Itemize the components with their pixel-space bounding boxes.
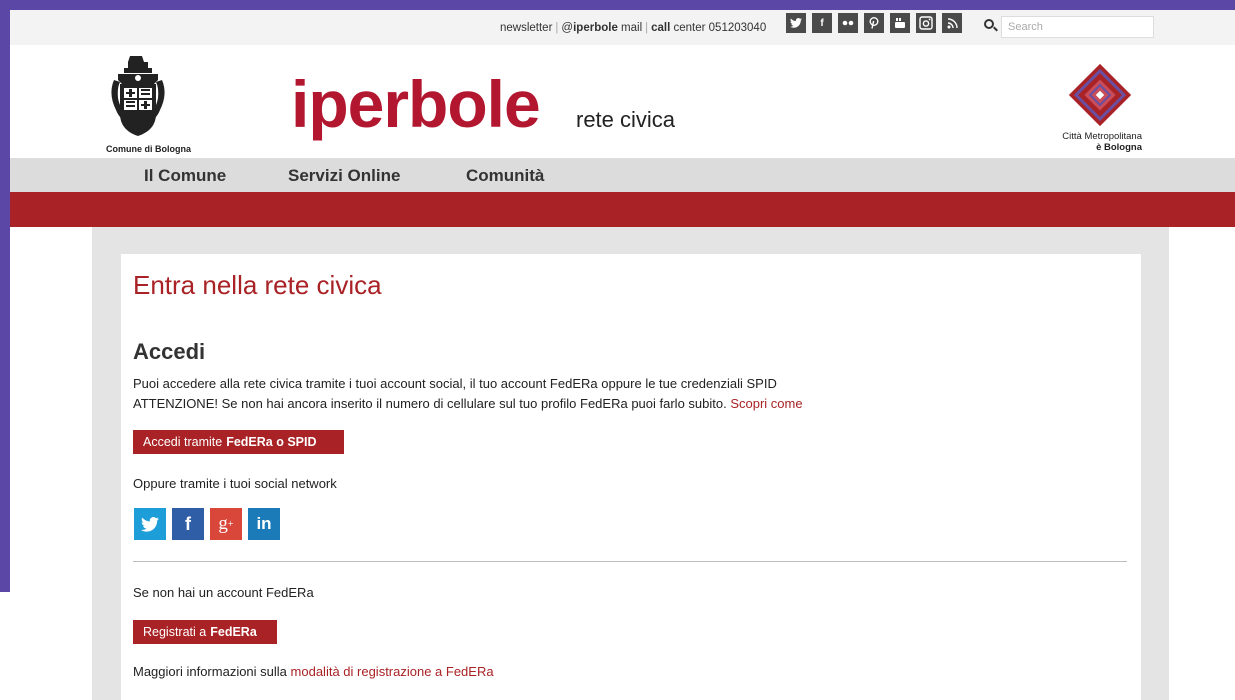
nav-item-servizi-online[interactable]: Servizi Online — [288, 166, 400, 186]
utility-links: newsletter | @iperbole mail | call center 05… — [500, 22, 767, 34]
registration-info-link[interactable]: modalità di registrazione a FedERa — [291, 664, 494, 679]
window-frame-left — [0, 0, 10, 592]
red-banner — [10, 192, 1235, 227]
nav-item-comunita[interactable]: Comunità — [466, 166, 544, 186]
iperbole-mail-link[interactable]: @iperbole mail — [561, 22, 642, 34]
utility-bar: newsletter | @iperbole mail | call center 05… — [10, 10, 1235, 45]
facebook-icon[interactable]: f — [172, 508, 204, 540]
linkedin-icon[interactable]: in — [248, 508, 280, 540]
social-login-buttons: f g + in — [134, 508, 280, 540]
federa-spid-login-button[interactable]: Accedi tramite FedERa o SPID — [133, 430, 344, 454]
nav-item-il-comune[interactable]: Il Comune — [144, 166, 226, 186]
search-icon[interactable] — [984, 19, 994, 29]
twitter-icon[interactable] — [134, 508, 166, 540]
iperbole-brand-logo[interactable]: iperbole — [291, 71, 541, 137]
call-center-link[interactable]: call center 051203040 — [651, 22, 766, 34]
pinterest-icon[interactable] — [864, 13, 884, 33]
page: newsletter | @iperbole mail | call center 05… — [10, 10, 1235, 700]
twitter-icon[interactable] — [786, 13, 806, 33]
main-nav: Il Comune Servizi Online Comunità — [10, 158, 1235, 192]
comune-di-bologna-label: Comune di Bologna — [106, 144, 191, 154]
social-prompt: Oppure tramite i tuoi social network — [133, 476, 337, 491]
rete-civica-label: rete civica — [576, 107, 676, 132]
register-federa-button[interactable]: Registrati a FedERa — [133, 620, 277, 644]
scopri-come-link[interactable]: Scopri come — [730, 396, 802, 411]
frame-gap — [0, 592, 10, 700]
comune-di-bologna-logo[interactable] — [106, 54, 216, 144]
google-plus-icon[interactable]: g + — [210, 508, 242, 540]
divider — [133, 561, 1127, 562]
login-card: Entra nella rete civica Accedi Puoi acce… — [121, 254, 1141, 700]
youtube-icon[interactable] — [890, 13, 910, 33]
top-social-icons: f — [786, 13, 962, 33]
search-input[interactable] — [1001, 16, 1154, 38]
rss-icon[interactable] — [942, 13, 962, 33]
window-frame-top — [0, 0, 1235, 10]
citta-metropolitana-label: Città Metropolitana è Bologna — [1062, 131, 1142, 153]
intro-text: Puoi accedere alla rete civica tramite i… — [133, 376, 803, 411]
no-account-text: Se non hai un account FedERa — [133, 585, 314, 600]
more-info-text: Maggiori informazioni sulla modalità di … — [133, 664, 494, 679]
citta-metropolitana-logo[interactable] — [1068, 63, 1132, 127]
newsletter-link[interactable]: newsletter — [500, 22, 552, 34]
facebook-icon[interactable]: f — [812, 13, 832, 33]
site-header: Comune di Bologna iperbole rete civica C… — [10, 45, 1235, 158]
instagram-icon[interactable] — [916, 13, 936, 33]
page-title: Entra nella rete civica — [133, 270, 382, 300]
flickr-icon[interactable] — [838, 13, 858, 33]
section-title-accedi: Accedi — [133, 339, 206, 364]
